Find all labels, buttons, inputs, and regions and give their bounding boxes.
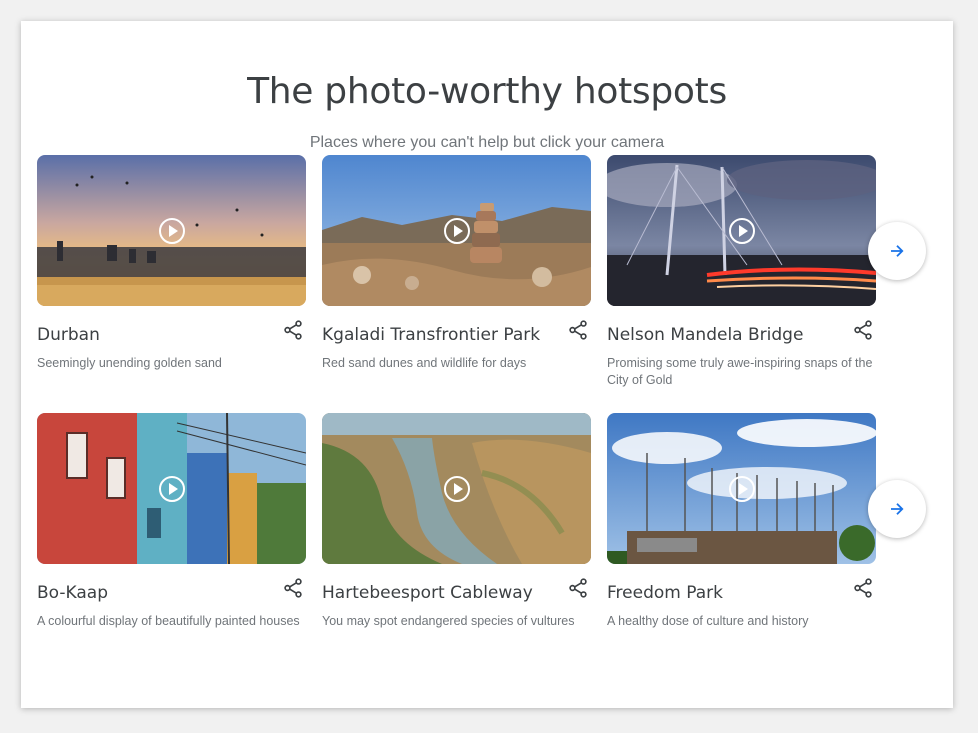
place-description: You may spot endangered species of vultu… <box>322 614 575 628</box>
place-thumbnail[interactable] <box>322 413 591 564</box>
carousel-next-button[interactable] <box>868 222 926 280</box>
arrow-right-icon <box>891 503 904 515</box>
place-description: Promising some truly awe-inspiring snaps… <box>607 356 873 387</box>
play-icon[interactable] <box>158 475 185 502</box>
carousel-row-1: Durban Seemingly unending golden sand Kg… <box>37 155 897 395</box>
place-name[interactable]: Durban <box>37 325 100 345</box>
place-thumbnail[interactable] <box>607 155 876 306</box>
play-icon[interactable] <box>158 217 185 244</box>
share-icon[interactable] <box>567 577 589 599</box>
place-card-bo-kaap[interactable]: Bo-Kaap A colourful display of beautiful… <box>37 413 306 628</box>
share-icon[interactable] <box>852 319 874 341</box>
place-description: A healthy dose of culture and history <box>607 614 809 628</box>
place-description: Seemingly unending golden sand <box>37 356 222 370</box>
place-card-nelson-mandela-bridge[interactable]: Nelson Mandela Bridge Promising some tru… <box>607 155 876 387</box>
share-icon[interactable] <box>282 319 304 341</box>
place-thumbnail[interactable] <box>37 413 306 564</box>
page-subtitle: Places where you can't help but click yo… <box>309 134 665 151</box>
place-description: Red sand dunes and wildlife for days <box>322 356 527 370</box>
play-icon[interactable] <box>443 475 470 502</box>
place-thumbnail[interactable] <box>322 155 591 306</box>
place-name[interactable]: Bo-Kaap <box>37 583 108 603</box>
play-icon[interactable] <box>728 217 755 244</box>
arrow-right-icon <box>891 245 904 257</box>
place-name[interactable]: Hartebeesport Cableway <box>322 583 533 603</box>
place-name[interactable]: Nelson Mandela Bridge <box>607 325 803 345</box>
share-icon[interactable] <box>852 577 874 599</box>
share-icon[interactable] <box>567 319 589 341</box>
share-icon[interactable] <box>282 577 304 599</box>
place-card-hartebeesport[interactable]: Hartebeesport Cableway You may spot enda… <box>322 413 591 628</box>
place-thumbnail[interactable] <box>37 155 306 306</box>
carousel-row-2: Bo-Kaap A colourful display of beautiful… <box>37 413 897 653</box>
play-icon[interactable] <box>443 217 470 244</box>
place-thumbnail[interactable] <box>607 413 876 564</box>
play-icon[interactable] <box>728 475 755 502</box>
place-description: A colourful display of beautifully paint… <box>37 614 300 628</box>
place-name[interactable]: Kgaladi Transfrontier Park <box>322 325 540 345</box>
place-card-freedom-park[interactable]: Freedom Park A healthy dose of culture a… <box>607 413 876 628</box>
place-name[interactable]: Freedom Park <box>607 583 723 603</box>
carousel-next-button[interactable] <box>868 480 926 538</box>
page-title: The photo-worthy hotspots <box>247 71 727 112</box>
place-card-durban[interactable]: Durban Seemingly unending golden sand <box>37 155 306 370</box>
place-card-kgaladi[interactable]: Kgaladi Transfrontier Park Red sand dune… <box>322 155 591 370</box>
